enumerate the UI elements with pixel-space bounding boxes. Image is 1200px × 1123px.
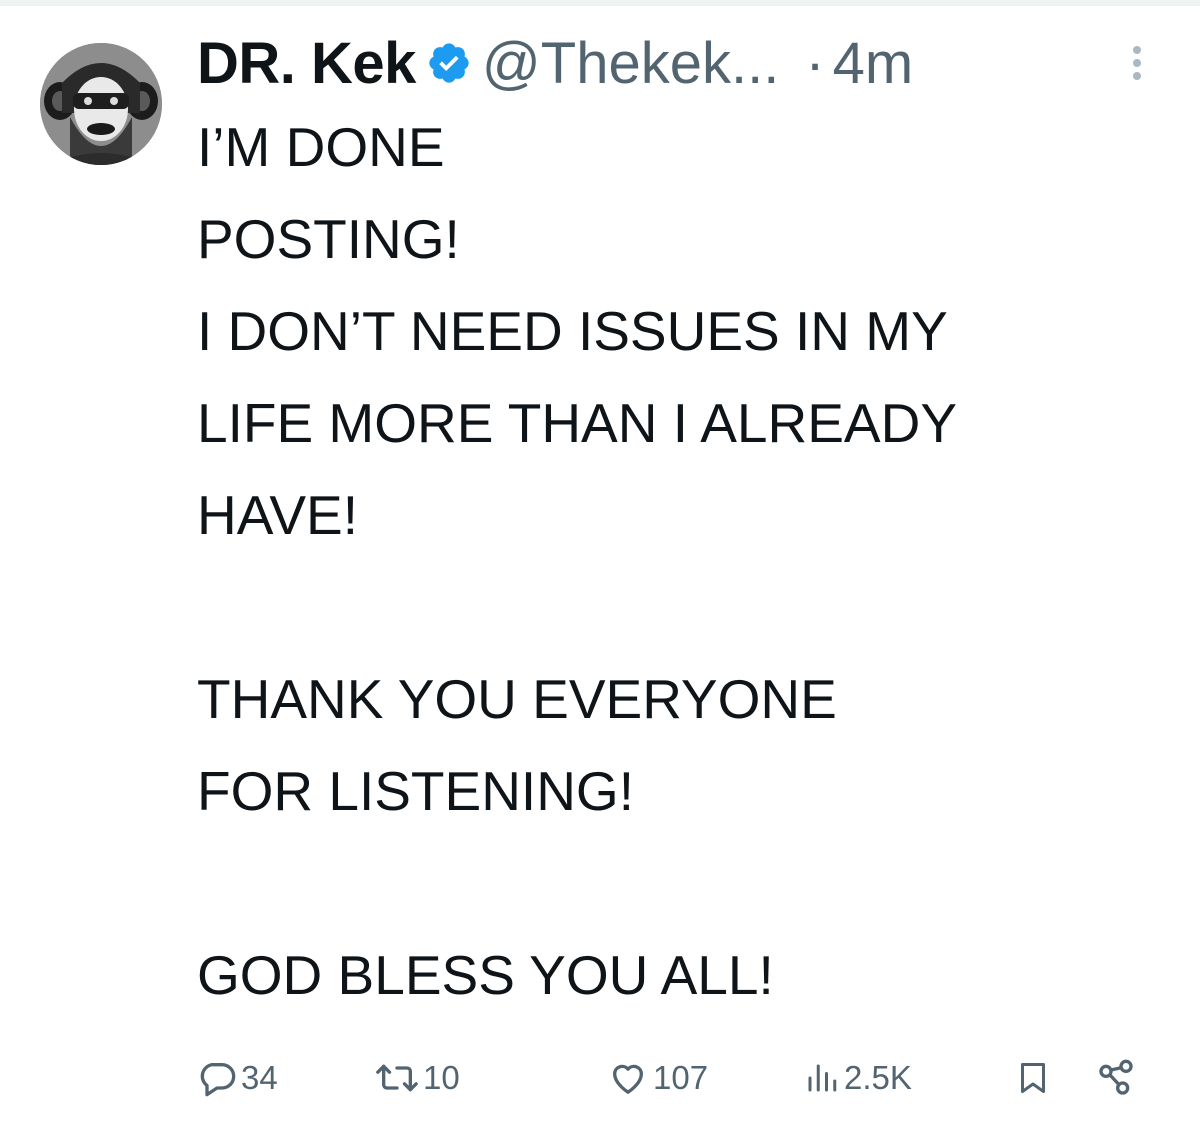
repost-button[interactable]: 10 — [375, 1048, 460, 1108]
share-icon — [1099, 1059, 1133, 1095]
tweet-header: DR. Kek @Thekek... · 4m — [197, 28, 1157, 98]
timestamp[interactable]: 4m — [833, 30, 914, 97]
tweet-text-line: POSTING! — [197, 208, 460, 270]
like-button[interactable]: 107 — [607, 1048, 708, 1108]
tweet-text-line: I DON’T NEED ISSUES IN MY — [197, 300, 948, 362]
avatar-portrait-icon — [40, 43, 162, 165]
tweet-text-line: GOD BLESS YOU ALL! — [197, 944, 774, 1006]
views-button[interactable]: 2.5K — [804, 1048, 912, 1108]
views-chart-icon — [808, 1064, 837, 1092]
tweet-text: I’M DONE POSTING! I DON’T NEED ISSUES IN… — [197, 101, 1157, 1021]
tweet-text-line — [197, 561, 1157, 653]
more-vertical-icon — [1133, 46, 1141, 80]
reply-button[interactable]: 34 — [197, 1048, 278, 1108]
display-name[interactable]: DR. Kek — [197, 30, 416, 97]
tweet-text-line: LIFE MORE THAN I ALREADY — [197, 392, 958, 454]
action-bar: 34 10 107 2.5K — [197, 1048, 1157, 1108]
avatar[interactable] — [40, 43, 162, 165]
repost-icon — [376, 1064, 418, 1092]
heart-icon — [613, 1064, 643, 1094]
reply-count: 34 — [241, 1059, 278, 1096]
repost-count: 10 — [423, 1059, 460, 1096]
tweet-text-line: I’M DONE — [197, 116, 445, 178]
bookmark-icon — [1021, 1063, 1045, 1093]
separator-dot: · — [805, 30, 825, 96]
like-count: 107 — [653, 1059, 709, 1096]
handle[interactable]: @Thekek... — [482, 30, 779, 97]
top-divider — [0, 0, 1200, 6]
reply-icon — [200, 1063, 236, 1097]
share-button[interactable] — [1095, 1048, 1137, 1108]
more-button[interactable] — [1117, 33, 1157, 93]
tweet-text-line — [197, 837, 1157, 929]
bookmark-button[interactable] — [1015, 1048, 1051, 1108]
verified-badge-icon — [429, 43, 469, 83]
tweet-text-line: THANK YOU EVERYONE — [197, 668, 837, 730]
views-count: 2.5K — [844, 1059, 912, 1096]
tweet-text-line: HAVE! — [197, 484, 358, 546]
tweet-text-line: FOR LISTENING! — [197, 760, 634, 822]
